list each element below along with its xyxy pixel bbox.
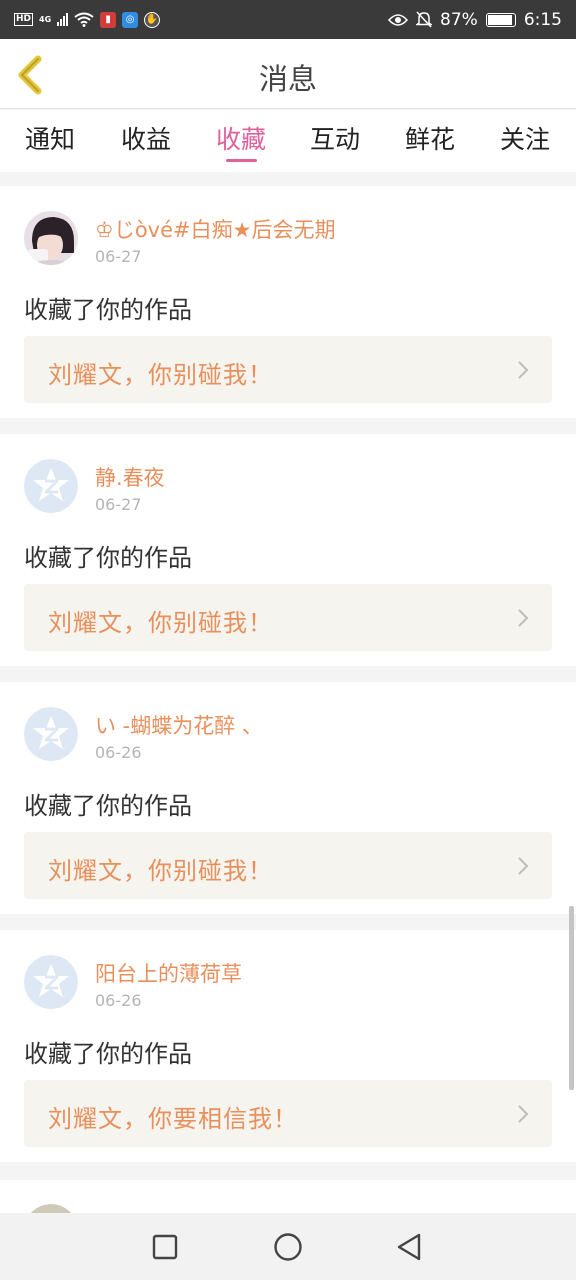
message-date: 06-26 [95,743,142,762]
gallery-app-icon: ✋ [144,11,161,28]
work-link[interactable]: 刘耀文，你要相信我！ [24,1080,552,1147]
status-right: 87% 6:15 [388,10,562,30]
default-avatar-icon[interactable] [24,707,78,761]
message-date: 06-27 [95,247,142,266]
message-date: 06-26 [95,991,142,1010]
work-title: 刘耀文，你别碰我！ [48,361,273,389]
tab-bar: 通知 收益 收藏 互动 鲜花 关注 [0,110,576,172]
message-card: い -蝴蝶为花醉 、 06-26 收藏了你的作品 刘耀文，你别碰我！ [0,682,576,914]
tab-follows[interactable]: 关注 [500,120,550,156]
default-avatar-icon[interactable] [24,955,78,1009]
battery-percent: 87% [440,9,478,30]
bell-off-icon [416,11,433,28]
work-title: 刘耀文，你要相信我！ [48,1105,298,1133]
tab-notifications[interactable]: 通知 [25,120,75,156]
wifi-icon [74,12,94,27]
network-4g-icon: 4G [39,15,52,24]
chevron-right-icon [518,609,529,627]
tab-flowers[interactable]: 鲜花 [405,120,455,156]
default-avatar-icon[interactable] [24,459,78,513]
battery-icon [485,12,516,27]
tab-favorites[interactable]: 收藏 [216,120,266,156]
work-link[interactable]: 刘耀文，你别碰我！ [24,584,552,651]
status-left: HD 4G ▮ ◎ ✋ [14,11,161,28]
back-triangle-icon[interactable] [388,1227,432,1267]
home-icon[interactable] [266,1227,310,1267]
browser-app-icon: ◎ [122,11,139,28]
app-header: 消息 [0,39,576,109]
message-action: 收藏了你的作品 [24,1040,192,1068]
status-bar: HD 4G ▮ ◎ ✋ 87% 6:15 [0,0,576,39]
message-action: 收藏了你的作品 [24,296,192,324]
message-action: 收藏了你的作品 [24,544,192,572]
username[interactable]: い -蝴蝶为花醉 、 [95,710,263,740]
active-tab-indicator [226,159,257,162]
system-nav-bar [0,1213,576,1280]
message-card: ♔じòvé#白痴★后会无期 06-27 收藏了你的作品 刘耀文，你别碰我！ [0,186,576,418]
message-date: 06-27 [95,495,142,514]
work-link[interactable]: 刘耀文，你别碰我！ [24,832,552,899]
recent-apps-icon[interactable] [143,1227,187,1267]
chevron-right-icon [518,1105,529,1123]
scrollbar[interactable] [569,906,574,1090]
username[interactable]: ♔じòvé#白痴★后会无期 [95,214,335,244]
work-link[interactable]: 刘耀文，你别碰我！ [24,336,552,403]
clock: 6:15 [523,9,562,30]
avatar[interactable] [24,211,78,265]
tab-earnings[interactable]: 收益 [121,120,171,156]
chevron-right-icon [518,361,529,379]
app-notification-icon: ▮ [100,11,117,28]
work-title: 刘耀文，你别碰我！ [48,609,273,637]
username[interactable]: 静.春夜 [95,462,165,492]
message-action: 收藏了你的作品 [24,792,192,820]
chevron-right-icon [518,857,529,875]
hd-icon: HD [14,13,34,26]
signal-icon [57,13,69,26]
page-title: 消息 [258,62,317,96]
eye-icon [388,13,409,26]
message-card: 静.春夜 06-27 收藏了你的作品 刘耀文，你别碰我！ [0,434,576,666]
work-title: 刘耀文，你别碰我！ [48,857,273,885]
message-card: 阳台上的薄荷草 06-26 收藏了你的作品 刘耀文，你要相信我！ [0,930,576,1162]
username[interactable]: 阳台上的薄荷草 [95,958,242,988]
tab-interactions[interactable]: 互动 [310,120,360,156]
